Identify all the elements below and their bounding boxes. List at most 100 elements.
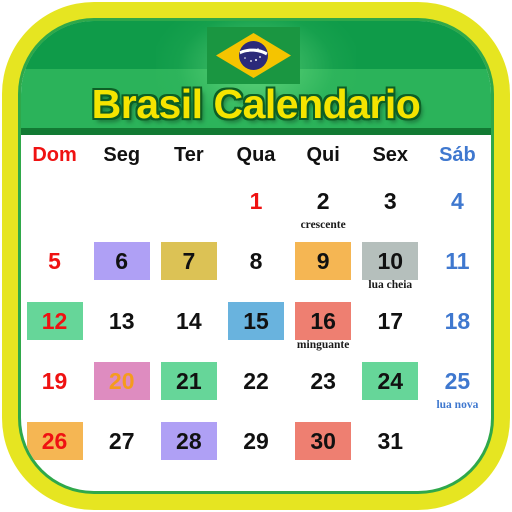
header-divider [21,128,491,135]
day-cell[interactable]: 16 minguante [290,295,357,355]
day-cell[interactable]: 29 [222,415,289,475]
day-highlight-chip: 24 [362,362,419,400]
day-highlight-chip: 7 [160,242,217,280]
day-cell[interactable]: 24 [357,355,424,415]
day-plain: 14 [161,302,217,340]
calendar-card: Brasil Calendario Dom Seg Ter Qua Qui Sex Sáb … [21,21,491,491]
day-cell[interactable]: 6 [88,235,155,295]
day-cell[interactable]: 2 crescente [290,175,357,235]
moon-phase-note: crescente [300,219,346,231]
moon-phase-note: lua cheia [368,279,413,291]
day-number: 7 [182,247,196,274]
day-number: 30 [310,427,336,454]
day-number: 17 [377,307,404,334]
day-number: 23 [310,367,336,394]
day-cell[interactable]: 25 lua nova [424,355,491,415]
day-cell[interactable]: 8 [222,235,289,295]
day-number: 21 [176,367,202,394]
day-plain: 22 [228,362,284,400]
day-plain: 17 [362,302,418,340]
day-number: 29 [243,427,269,454]
weekday-header-sáb: Sáb [439,143,476,166]
day-plain: 25 [429,362,485,400]
day-number: 3 [383,187,397,214]
day-cell[interactable]: 23 [290,355,357,415]
day-cell-empty [155,175,222,235]
day-highlight-chip: 15 [227,302,284,340]
day-cell[interactable]: 9 [290,235,357,295]
weekday-header-row: Dom Seg Ter Qua Qui Sex Sáb [21,135,491,175]
day-number: 25 [444,367,471,394]
day-cell[interactable]: 12 [21,295,88,355]
day-cell[interactable]: 18 [424,295,491,355]
day-highlight-chip: 10 [362,242,419,280]
day-number: 22 [243,367,269,394]
day-number: 9 [316,247,330,274]
day-cell-empty [21,175,88,235]
day-number: 14 [176,307,202,334]
brazil-flag-icon [207,27,300,84]
day-cell[interactable]: 27 [88,415,155,475]
day-number: 19 [41,367,68,394]
day-number: 26 [41,427,68,454]
calendar-week-row: 12 13 14 15 16 minguante 17 18 [21,295,491,355]
day-cell[interactable]: 31 [357,415,424,475]
day-cell[interactable]: 3 [357,175,424,235]
weekday-header-qua: Qua [236,143,276,166]
day-cell[interactable]: 11 [424,235,491,295]
day-cell[interactable]: 4 [424,175,491,235]
day-cell[interactable]: 14 [155,295,222,355]
day-plain: 1 [228,182,284,220]
day-number: 5 [48,247,61,274]
day-cell[interactable]: 19 [21,355,88,415]
day-cell[interactable]: 26 [21,415,88,475]
day-highlight-chip: 20 [93,362,150,400]
day-highlight-chip: 16 [295,302,352,340]
day-cell[interactable]: 20 [88,355,155,415]
day-number: 13 [108,307,135,334]
day-cell-empty [424,415,491,475]
day-highlight-chip: 12 [26,302,83,340]
day-highlight-chip: 30 [295,422,352,460]
day-number: 16 [310,307,336,334]
day-number: 10 [377,247,404,274]
day-number: 2 [316,187,330,214]
day-number: 11 [445,247,470,274]
day-number: 4 [451,187,464,214]
day-cell[interactable]: 7 [155,235,222,295]
day-cell[interactable]: 17 [357,295,424,355]
day-highlight-chip: 21 [160,362,217,400]
day-plain: 13 [94,302,150,340]
weekday-header-sex: Sex [372,143,409,166]
day-plain: 18 [429,302,485,340]
day-number: 31 [377,427,404,454]
day-cell[interactable]: 28 [155,415,222,475]
day-plain: 4 [429,182,485,220]
day-number: 18 [444,307,471,334]
day-cell-empty [88,175,155,235]
day-cell[interactable]: 5 [21,235,88,295]
day-cell[interactable]: 22 [222,355,289,415]
moon-phase-note: minguante [296,339,350,351]
weekday-header-seg: Seg [103,143,141,166]
calendar-weeks: 1 2 crescente 3 4 5 6 7 8 9 10 lua cheia 11 12 13 14 15 1… [21,175,491,475]
app-root: Brasil Calendario Dom Seg Ter Qua Qui Sex Sáb … [0,0,512,512]
day-highlight-chip: 9 [295,242,352,280]
day-cell[interactable]: 15 [222,295,289,355]
app-title: Brasil Calendario [91,81,421,127]
day-cell[interactable]: 10 lua cheia [357,235,424,295]
day-number: 8 [249,247,263,274]
day-plain: 29 [228,422,284,460]
day-highlight-chip: 6 [93,242,150,280]
day-cell[interactable]: 21 [155,355,222,415]
day-plain: 23 [295,362,351,400]
calendar-week-row: 26 27 28 29 30 31 [21,415,491,475]
day-plain: 3 [362,182,418,220]
day-cell[interactable]: 13 [88,295,155,355]
day-plain: 27 [94,422,150,460]
day-cell[interactable]: 30 [290,415,357,475]
day-number: 6 [115,247,129,274]
day-number: 20 [108,367,135,394]
day-plain: 19 [27,362,83,400]
day-cell[interactable]: 1 [222,175,289,235]
